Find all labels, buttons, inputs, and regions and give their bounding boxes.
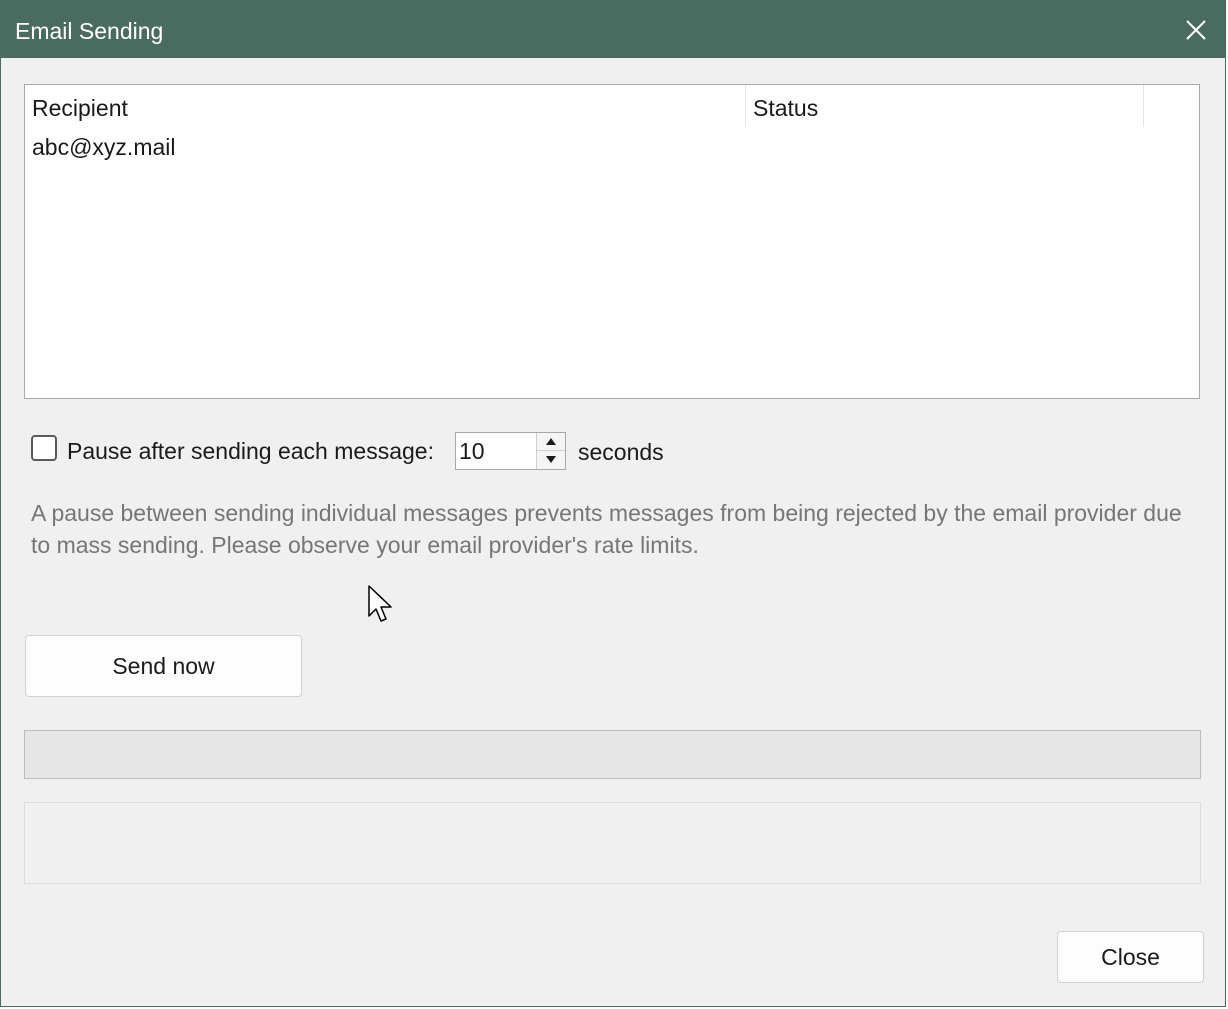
- column-header-filler: [1144, 85, 1199, 127]
- close-icon: [1186, 20, 1206, 40]
- status-output-box: [24, 802, 1201, 884]
- send-now-button[interactable]: Send now: [25, 635, 302, 697]
- spin-up-button[interactable]: [536, 433, 565, 451]
- chevron-down-icon: [546, 456, 556, 463]
- seconds-unit-label: seconds: [578, 439, 664, 465]
- window-close-button[interactable]: [1179, 13, 1213, 47]
- recipients-list[interactable]: Recipient Status abc@xyz.mail: [24, 84, 1200, 399]
- list-header: Recipient Status: [25, 85, 1199, 127]
- progress-bar: [24, 730, 1201, 779]
- column-header-recipient[interactable]: Recipient: [25, 85, 746, 127]
- column-header-status[interactable]: Status: [746, 85, 1144, 127]
- spin-down-button[interactable]: [536, 451, 565, 469]
- mouse-pointer-icon: [368, 585, 392, 622]
- list-row[interactable]: abc@xyz.mail: [25, 129, 1199, 165]
- pause-label[interactable]: Pause after sending each message:: [67, 433, 434, 469]
- window-title: Email Sending: [15, 18, 164, 44]
- pause-checkbox[interactable]: [31, 435, 57, 461]
- rate-limit-hint: A pause between sending individual messa…: [31, 500, 1182, 558]
- email-sending-dialog: Email Sending Recipient Status abc@xyz.m…: [0, 0, 1226, 1007]
- recipient-cell: abc@xyz.mail: [32, 134, 176, 160]
- pause-seconds-stepper[interactable]: [455, 432, 566, 470]
- title-bar: Email Sending: [1, 1, 1225, 58]
- close-button[interactable]: Close: [1057, 931, 1204, 983]
- chevron-up-icon: [546, 438, 556, 445]
- pause-seconds-input[interactable]: [456, 433, 537, 469]
